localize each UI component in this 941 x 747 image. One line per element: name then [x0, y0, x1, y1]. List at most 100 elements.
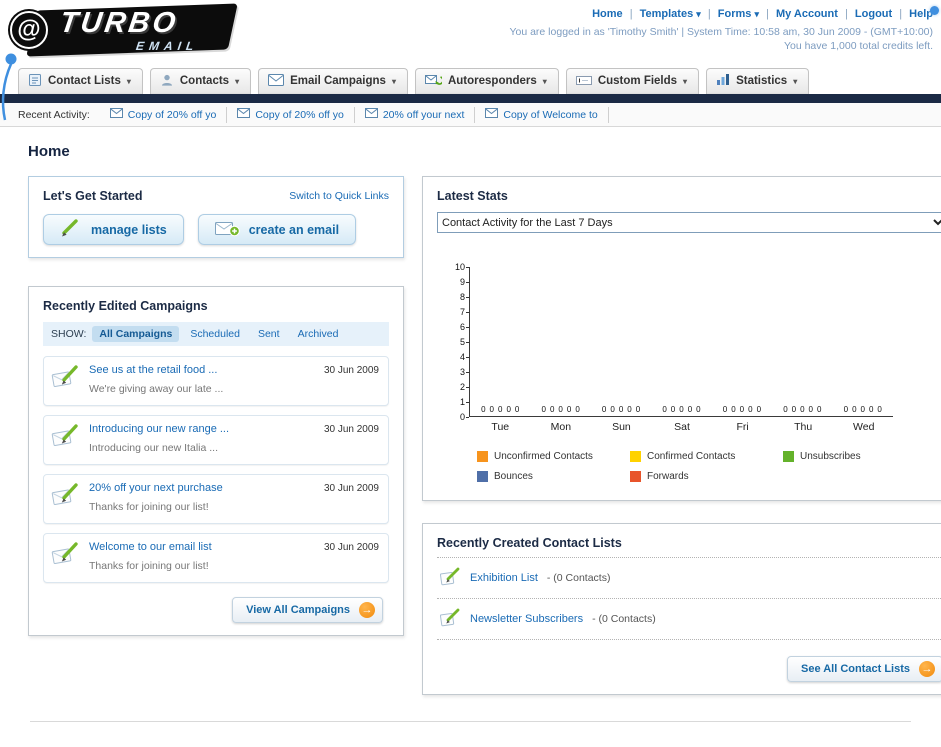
tab-contact-lists[interactable]: Contact Lists ▾: [18, 68, 143, 94]
campaign-row[interactable]: See us at the retail food ... We're givi…: [43, 356, 389, 406]
campaign-texts: Introducing our new range ... Introducin…: [89, 423, 316, 456]
envelope-icon: [109, 108, 123, 121]
nav-link-forms[interactable]: Forms ▾: [718, 8, 759, 20]
tab-contacts[interactable]: Contacts ▾: [149, 68, 252, 94]
tab-email-campaigns[interactable]: Email Campaigns ▾: [258, 68, 408, 94]
contacts-icon: [160, 73, 174, 90]
legend-label: Bounces: [494, 471, 533, 482]
arrow-right-icon: →: [359, 602, 375, 618]
chart-value-label: 0: [722, 405, 728, 414]
nav-link-home[interactable]: Home: [592, 8, 623, 20]
separator: |: [766, 8, 769, 20]
chart-day-group: 00000: [772, 267, 832, 416]
legend-swatch: [783, 451, 794, 462]
chevron-down-icon: ▾: [391, 76, 396, 86]
nav-link-logout[interactable]: Logout: [855, 8, 892, 20]
filter-all-campaigns[interactable]: All Campaigns: [92, 326, 180, 342]
x-axis-label: Sun: [612, 421, 631, 433]
stats-period-select[interactable]: Contact Activity for the Last 7 Days: [437, 212, 941, 233]
x-axis-label: Thu: [794, 421, 813, 433]
manage-lists-button[interactable]: manage lists: [43, 214, 184, 245]
chart-day-group: 00000: [591, 267, 651, 416]
campaign-subtitle: We're giving away our late ...: [89, 383, 224, 395]
view-all-campaigns-button[interactable]: View All Campaigns →: [232, 597, 383, 623]
chart-value-label: 0: [497, 405, 503, 414]
chart-value-label: 0: [627, 405, 632, 414]
chevron-down-icon: ▾: [126, 76, 131, 86]
recent-activity-link[interactable]: Copy of 20% off yo: [255, 109, 344, 121]
campaign-date: 30 Jun 2009: [323, 483, 379, 494]
recent-activity-link[interactable]: Copy of Welcome to: [503, 109, 597, 121]
see-all-contact-lists-button[interactable]: See All Contact Lists →: [786, 656, 941, 682]
email-campaigns-icon: [268, 73, 285, 89]
filter-archived[interactable]: Archived: [291, 326, 346, 342]
filter-sent[interactable]: Sent: [251, 326, 287, 342]
nav-link-templates[interactable]: Templates ▾: [640, 8, 701, 20]
legend-item: Unsubscribes: [783, 451, 936, 462]
recent-activity-item: Copy of 20% off yo: [227, 106, 355, 123]
tab-label: Statistics: [736, 75, 788, 87]
contact-list-item: Newsletter Subscribers - (0 Contacts): [437, 599, 941, 640]
pencil-icon: [60, 219, 82, 240]
chart-value-label: 0: [481, 405, 486, 414]
legend-label: Confirmed Contacts: [647, 451, 736, 462]
right-column: Latest Stats Contact Activity for the La…: [422, 176, 941, 695]
credits-info: You have 1,000 total credits left.: [783, 40, 933, 52]
campaign-date: 30 Jun 2009: [323, 365, 379, 376]
create-email-button[interactable]: create an email: [197, 214, 357, 245]
legend-item: Confirmed Contacts: [630, 451, 783, 462]
campaign-texts: Welcome to our email list Thanks for joi…: [89, 541, 316, 574]
campaign-title-link[interactable]: 20% off your next purchase: [89, 482, 316, 494]
tab-custom-fields[interactable]: Custom Fields ▾: [565, 68, 700, 94]
campaign-title-link[interactable]: Welcome to our email list: [89, 541, 316, 553]
x-axis-label: Sat: [674, 421, 690, 433]
chart-value-label: 0: [489, 405, 494, 414]
chart-value-label: 0: [506, 405, 511, 414]
pencil-page-icon: [439, 567, 461, 589]
campaign-row[interactable]: Introducing our new range ... Introducin…: [43, 415, 389, 465]
contact-list-link[interactable]: Exhibition List: [470, 572, 538, 584]
x-axis-label: Tue: [491, 421, 510, 433]
chart-day-group: 00000: [470, 267, 530, 416]
chart-value-label: 0: [808, 405, 813, 414]
autoresponders-icon: [424, 73, 444, 89]
statistics-icon: [716, 73, 730, 89]
campaign-date: 30 Jun 2009: [323, 542, 379, 553]
chart-value-label: 0: [635, 405, 641, 414]
chevron-down-icon: ▾: [793, 76, 798, 86]
chart-value-label: 0: [575, 405, 580, 414]
chevron-down-icon: ▾: [696, 9, 701, 19]
contact-list-link[interactable]: Newsletter Subscribers: [470, 613, 583, 625]
chart-value-label: 0: [877, 405, 882, 414]
switch-to-quick-links[interactable]: Switch to Quick Links: [289, 190, 389, 202]
campaign-row[interactable]: 20% off your next purchase Thanks for jo…: [43, 474, 389, 524]
nav-link-my-account[interactable]: My Account: [776, 8, 838, 20]
envelope-plus-icon: [214, 220, 240, 240]
tab-autoresponders[interactable]: Autoresponders ▾: [414, 68, 559, 94]
recent-activity-link[interactable]: 20% off your next: [383, 109, 465, 121]
campaign-row[interactable]: Welcome to our email list Thanks for joi…: [43, 533, 389, 583]
chart-value-label: 0: [739, 405, 745, 414]
latest-stats-title: Latest Stats: [437, 189, 508, 203]
chart-day-group: 00000: [651, 267, 711, 416]
chart-value-label: 0: [748, 405, 753, 414]
chart-day-group: 00000: [833, 267, 893, 416]
recent-activity-link[interactable]: Copy of 20% off yo: [128, 109, 217, 121]
tab-label: Contacts: [179, 75, 230, 87]
campaign-title-link[interactable]: See us at the retail food ...: [89, 364, 316, 376]
campaign-title-link[interactable]: Introducing our new range ...: [89, 423, 316, 435]
chart-day-group: 00000: [530, 267, 590, 416]
app-logo[interactable]: @ TURBO EMAIL: [8, 3, 258, 59]
tab-statistics[interactable]: Statistics ▾: [706, 68, 810, 94]
contact-list-detail: - (0 Contacts): [546, 572, 611, 584]
chart-value-label: 0: [868, 405, 874, 414]
chevron-down-icon: ▾: [542, 76, 547, 86]
filter-scheduled[interactable]: Scheduled: [183, 326, 247, 342]
campaign-date: 30 Jun 2009: [323, 424, 379, 435]
chart-value-label: 0: [610, 405, 615, 414]
campaign-subtitle: Thanks for joining our list!: [89, 560, 209, 572]
legend-swatch: [477, 471, 488, 482]
contact-lists-icon: [28, 73, 42, 90]
contact-lists-panel: Recently Created Contact Lists Exhibitio…: [422, 523, 941, 695]
edit-envelope-icon: [51, 482, 81, 512]
